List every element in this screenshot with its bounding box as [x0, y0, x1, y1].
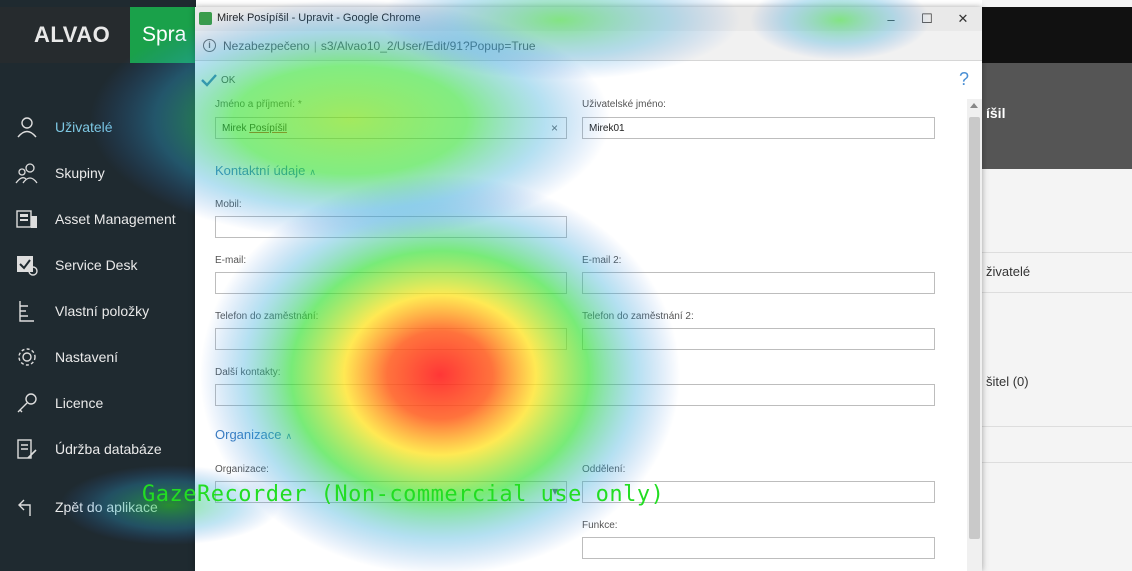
key-icon	[14, 390, 40, 416]
department-label: Oddělení:	[582, 464, 626, 475]
database-maintenance-icon	[14, 436, 40, 462]
brand-title: Spra	[130, 7, 196, 63]
help-button[interactable]: ?	[959, 69, 969, 90]
other-contacts-field[interactable]	[215, 384, 935, 406]
background-text-users[interactable]: živatelé	[986, 264, 1030, 279]
background-content: íšil živatelé šitel (0)	[982, 0, 1132, 571]
email2-label: E-mail 2:	[582, 255, 622, 266]
background-text-count[interactable]: šitel (0)	[986, 374, 1029, 389]
background-page-title: íšil	[982, 63, 1132, 169]
phone-label: Telefon do zaměstnání:	[215, 311, 319, 322]
window-titlebar[interactable]: Mirek Posípíšil - Upravit - Google Chrom…	[195, 7, 982, 31]
sidebar-item-asset-management[interactable]: Asset Management	[0, 196, 196, 242]
sidebar-item-label: Licence	[55, 395, 104, 411]
name-field[interactable]: Mirek Posípíšil ×	[215, 117, 567, 139]
close-button[interactable]: ✕	[946, 7, 980, 31]
divider	[982, 252, 1132, 253]
back-icon	[14, 494, 40, 520]
divider	[982, 462, 1132, 463]
contacts-section-toggle[interactable]: Kontaktní údaje ∧	[215, 163, 316, 178]
name-label: Jméno a příjmení: *	[215, 99, 302, 110]
sidebar-item-service-desk[interactable]: Service Desk	[0, 242, 196, 288]
username-label: Uživatelské jméno:	[582, 99, 666, 110]
app-logo[interactable]: ALVAO	[0, 7, 130, 63]
sidebar-item-groups[interactable]: Skupiny	[0, 150, 196, 196]
sidebar-item-users[interactable]: Uživatelé	[0, 104, 196, 150]
sidebar-item-custom-items[interactable]: Vlastní položky	[0, 288, 196, 334]
email2-field[interactable]	[582, 272, 935, 294]
gear-icon	[14, 344, 40, 370]
sidebar-item-label: Nastavení	[55, 349, 119, 365]
user-icon	[14, 114, 40, 140]
scroll-up-arrow-icon[interactable]	[970, 103, 978, 108]
service-desk-icon	[14, 252, 40, 278]
sidebar-item-label: Service Desk	[55, 257, 138, 273]
checkmark-icon	[201, 73, 217, 87]
watermark-text: GazeRecorder (Non-commercial use only)	[142, 482, 665, 507]
other-contacts-label: Další kontakty:	[215, 367, 281, 378]
organization-label: Organizace:	[215, 464, 269, 475]
form-toolbar: OK ?	[195, 61, 982, 99]
topbar: ALVAO Spra	[0, 7, 196, 63]
organization-section-toggle[interactable]: Organizace ∧	[215, 427, 292, 442]
custom-items-icon	[14, 298, 40, 324]
scrollbar[interactable]	[967, 99, 982, 571]
email-field[interactable]	[215, 272, 567, 294]
security-status: Nezabezpečeno	[223, 39, 310, 53]
ok-label: OK	[221, 74, 236, 86]
info-icon[interactable]: i	[203, 39, 216, 52]
asset-icon	[14, 206, 40, 232]
sidebar-item-label: Uživatelé	[55, 119, 113, 135]
name-last: Posípíšil	[249, 123, 288, 134]
username-value: Mirek01	[589, 123, 625, 134]
background-header	[982, 7, 1132, 63]
name-first: Mirek	[222, 123, 247, 134]
favicon-icon	[199, 12, 212, 25]
function-label: Funkce:	[582, 520, 618, 531]
mobile-label: Mobil:	[215, 199, 242, 210]
url-text: s3/Alvao10_2/User/Edit/91?Popup=True	[320, 39, 536, 53]
email-label: E-mail:	[215, 255, 247, 266]
phone-field[interactable]	[215, 328, 567, 350]
scrollbar-thumb[interactable]	[969, 117, 980, 539]
phone2-field[interactable]	[582, 328, 935, 350]
divider	[982, 292, 1132, 293]
clear-icon[interactable]: ×	[551, 121, 558, 135]
sidebar-item-label: Údržba databáze	[55, 441, 162, 457]
divider	[982, 426, 1132, 427]
chevron-up-icon: ∧	[285, 431, 293, 441]
address-bar[interactable]: i Nezabezpečeno | s3/Alvao10_2/User/Edit/9…	[195, 31, 982, 61]
sidebar-item-settings[interactable]: Nastavení	[0, 334, 196, 380]
minimize-button[interactable]: –	[874, 7, 908, 31]
address-text[interactable]: Nezabezpečeno | s3/Alvao10_2/User/Edit/91?…	[223, 39, 536, 53]
sidebar-item-licence[interactable]: Licence	[0, 380, 196, 426]
phone2-label: Telefon do zaměstnání 2:	[582, 311, 694, 322]
sidebar-item-label: Skupiny	[55, 165, 105, 181]
section-title: Kontaktní údaje	[215, 163, 306, 178]
window-title: Mirek Posípíšil - Upravit - Google Chrom…	[217, 12, 421, 24]
sidebar-item-label: Vlastní položky	[55, 303, 150, 319]
chevron-up-icon: ∧	[309, 167, 316, 177]
sidebar-item-database-maintenance[interactable]: Údržba databáze	[0, 426, 196, 472]
sidebar-item-label: Asset Management	[55, 211, 176, 227]
username-field[interactable]: Mirek01	[582, 117, 935, 139]
maximize-button[interactable]: ☐	[910, 7, 944, 31]
group-icon	[14, 160, 40, 186]
section-title: Organizace	[215, 427, 282, 442]
ok-button[interactable]: OK	[201, 73, 235, 87]
function-field[interactable]	[582, 537, 935, 559]
mobile-field[interactable]	[215, 216, 567, 238]
